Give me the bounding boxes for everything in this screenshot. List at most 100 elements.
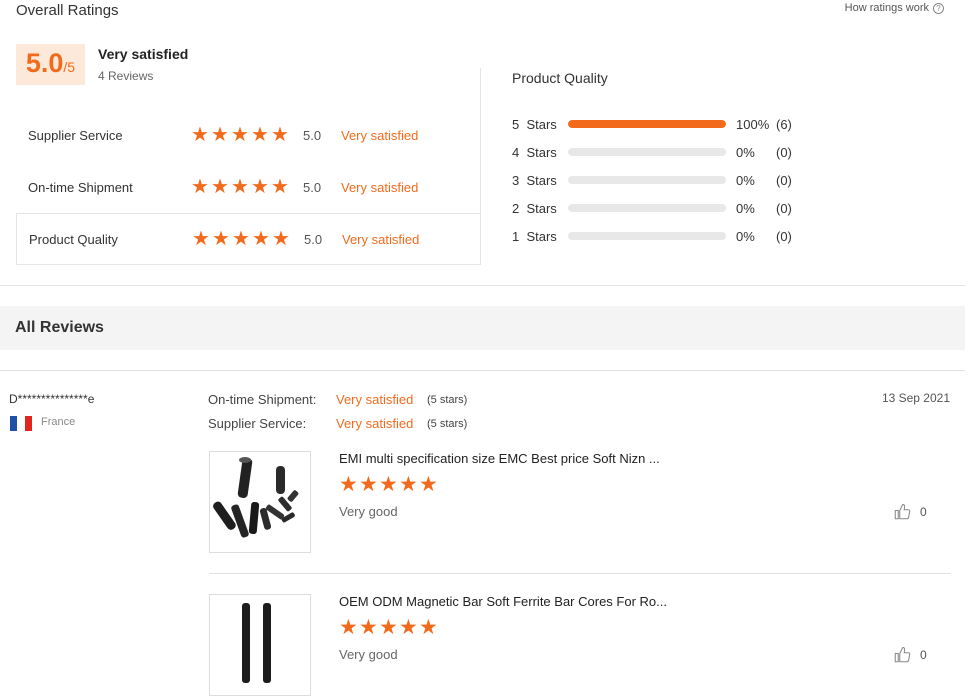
category-score: 5.0: [303, 179, 322, 195]
category-name: Supplier Service: [28, 127, 123, 143]
shipment-stars: (5 stars): [427, 394, 468, 406]
distribution-label: 4 Stars: [512, 144, 557, 160]
star-icon: ★: [232, 228, 250, 250]
distribution-bar: [568, 148, 726, 156]
distribution-count: (0): [776, 172, 792, 188]
category-stars: ★ ★ ★ ★ ★: [191, 176, 289, 198]
all-reviews-title: All Reviews: [15, 319, 104, 336]
product-thumbnail[interactable]: [209, 594, 311, 696]
star-icon: ★: [231, 124, 249, 146]
shipment-value: Very satisfied: [336, 392, 414, 407]
all-reviews-header: [0, 306, 965, 350]
star-icon: ★: [251, 124, 269, 146]
category-label: Very satisfied: [342, 231, 420, 247]
star-icon: ★: [339, 473, 358, 496]
distribution-row: 2 Stars 0% (0): [512, 198, 806, 218]
thumbs-up-icon: [894, 503, 911, 520]
star-icon: ★: [211, 176, 229, 198]
star-icon: ★: [251, 176, 269, 198]
star-icon: ★: [419, 473, 438, 496]
item-divider: [209, 573, 951, 574]
category-label: Very satisfied: [341, 179, 419, 195]
star-icon: ★: [359, 473, 378, 496]
overall-score: 5.0: [25, 48, 64, 78]
how-ratings-work-label: How ratings work: [844, 2, 929, 14]
category-row-supplier-service[interactable]: Supplier Service ★ ★ ★ ★ ★ 5.0 Very sati…: [16, 109, 481, 161]
reviewer-country: France: [41, 416, 76, 428]
category-stars: ★ ★ ★ ★ ★: [191, 124, 289, 146]
category-stars: ★ ★ ★ ★ ★: [192, 228, 290, 250]
service-value: Very satisfied: [336, 416, 414, 431]
distribution-percent: 0%: [736, 144, 755, 160]
shipment-label: On-time Shipment:: [208, 392, 317, 407]
like-button[interactable]: 0: [893, 646, 927, 664]
star-icon: ★: [359, 616, 378, 639]
product-title-link[interactable]: OEM ODM Magnetic Bar Soft Ferrite Bar Co…: [339, 594, 667, 609]
how-ratings-work-link[interactable]: How ratings work ?: [845, 2, 944, 14]
star-icon: ★: [192, 228, 210, 250]
france-flag-icon: [10, 416, 32, 431]
distribution-percent: 100%: [736, 116, 770, 132]
distribution-count: (0): [776, 228, 792, 244]
star-icon: ★: [211, 124, 229, 146]
review-date: 13 Sep 2021: [881, 391, 950, 405]
panel-divider: [480, 68, 481, 264]
product-title-link[interactable]: EMI multi specification size EMC Best pr…: [339, 451, 660, 466]
distribution-label: 1 Stars: [512, 228, 557, 244]
star-icon: ★: [379, 473, 398, 496]
star-icon: ★: [191, 176, 209, 198]
star-icon: ★: [271, 124, 289, 146]
category-label: Very satisfied: [341, 127, 419, 143]
thumbs-up-icon: [894, 646, 911, 663]
distribution-row: 3 Stars 0% (0): [512, 170, 806, 190]
reviewer-name: D***************e: [9, 392, 95, 406]
distribution-count: (0): [776, 200, 792, 216]
distribution-percent: 0%: [736, 228, 755, 244]
review-text: Very good: [339, 647, 398, 662]
distribution-row: 4 Stars 0% (0): [512, 142, 806, 162]
star-icon: ★: [419, 616, 438, 639]
product-rating-stars: ★ ★ ★ ★ ★: [339, 616, 438, 639]
help-circle-icon: ?: [933, 2, 944, 14]
star-icon: ★: [231, 176, 249, 198]
distribution-count: (0): [776, 144, 792, 160]
distribution-row: 1 Stars 0% (0): [512, 226, 806, 246]
service-stars: (5 stars): [427, 418, 468, 430]
distribution-label: 3 Stars: [512, 172, 557, 188]
product-rating-stars: ★ ★ ★ ★ ★: [339, 473, 438, 496]
category-row-on-time-shipment[interactable]: On-time Shipment ★ ★ ★ ★ ★ 5.0 Very sati…: [16, 161, 481, 213]
distribution-count: (6): [776, 116, 792, 132]
distribution-label: 5 Stars: [512, 116, 557, 132]
distribution-bar: [568, 204, 726, 212]
review-text: Very good: [339, 504, 398, 519]
review-count: 4 Reviews: [98, 69, 154, 83]
product-thumbnail[interactable]: [209, 451, 311, 553]
star-icon: ★: [271, 176, 289, 198]
like-button[interactable]: 0: [893, 503, 927, 521]
category-row-product-quality[interactable]: Product Quality ★ ★ ★ ★ ★ 5.0 Very satis…: [16, 213, 481, 265]
overall-score-denominator: /5: [63, 59, 76, 75]
distribution-bar: [568, 120, 726, 128]
distribution-label: 2 Stars: [512, 200, 557, 216]
distribution-row: 5 Stars 100% (6): [512, 114, 806, 134]
distribution-bar: [568, 176, 726, 184]
product-quality-title: Product Quality: [512, 70, 608, 86]
star-icon: ★: [379, 616, 398, 639]
category-score: 5.0: [304, 231, 323, 247]
star-icon: ★: [272, 228, 290, 250]
like-count: 0: [920, 648, 927, 662]
category-score: 5.0: [303, 127, 322, 143]
overall-summary-label: Very satisfied: [98, 46, 189, 62]
overall-score-badge: 5.0 /5: [16, 44, 85, 85]
distribution-bar: [568, 232, 726, 240]
star-icon: ★: [212, 228, 230, 250]
category-name: Product Quality: [29, 231, 118, 247]
distribution-percent: 0%: [736, 200, 755, 216]
star-icon: ★: [252, 228, 270, 250]
star-icon: ★: [191, 124, 209, 146]
distribution-percent: 0%: [736, 172, 755, 188]
ferrite-rods-image: [213, 457, 299, 538]
overall-ratings-title: Overall Ratings: [16, 2, 119, 19]
distribution-bar-fill: [568, 120, 726, 128]
like-count: 0: [920, 505, 927, 519]
